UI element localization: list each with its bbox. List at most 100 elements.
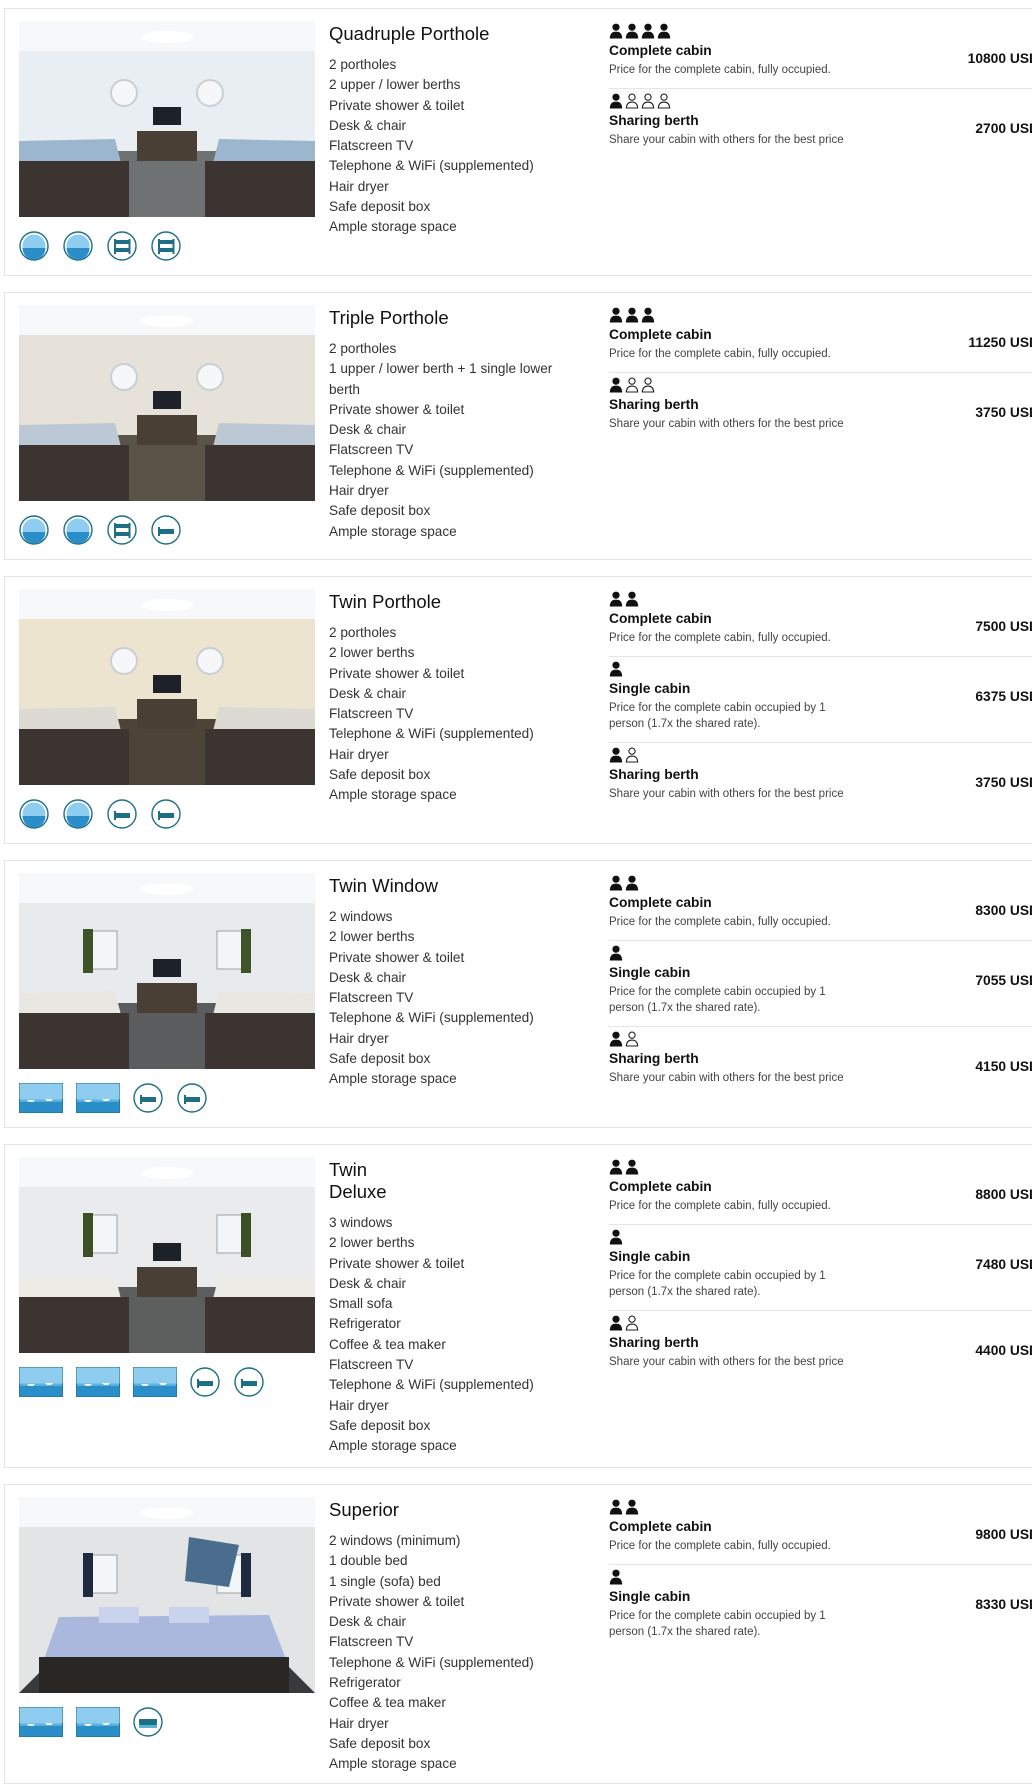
person-filled-icon <box>625 875 639 891</box>
option-description: Share your cabin with others for the bes… <box>609 1356 844 1368</box>
cabin-card: Twin Porthole 2 portholes 2 lower berths Pr… <box>4 576 1032 844</box>
cabin-photo[interactable] <box>19 589 315 785</box>
price-option[interactable]: Sharing berth Share your cabin with other… <box>609 373 1032 442</box>
feature-item: Flatscreen TV <box>329 442 414 458</box>
option-price[interactable]: 4400 USD <box>975 1343 1032 1358</box>
price-option[interactable]: Complete cabin Price for the complete cab… <box>609 1495 1032 1565</box>
option-description: Price for the complete cabin, fully occu… <box>609 64 831 76</box>
cabin-photo[interactable] <box>19 21 315 217</box>
cabin-photo[interactable] <box>19 305 315 501</box>
cabin-photo[interactable] <box>19 873 315 1069</box>
price-option[interactable]: Single cabin Price for the complete cabin… <box>609 1565 1032 1650</box>
option-price[interactable]: 8330 USD <box>975 1597 1032 1612</box>
price-option[interactable]: Sharing berth Share your cabin with other… <box>609 1311 1032 1380</box>
single-bed-icon[interactable] <box>177 1083 207 1113</box>
cabin-photo[interactable] <box>19 1497 315 1693</box>
price-option[interactable]: Complete cabin Price for the complete cab… <box>609 587 1032 657</box>
option-price[interactable]: 7500 USD <box>975 619 1032 634</box>
single-bed-icon[interactable] <box>151 515 181 545</box>
feature-item: Private shower & toilet <box>329 949 465 965</box>
feature-item: 3 windows <box>329 1215 393 1230</box>
double-bed-icon[interactable] <box>133 1707 163 1737</box>
single-bed-icon[interactable] <box>234 1367 264 1397</box>
feature-item: Desk & chair <box>329 117 407 133</box>
option-description: Price for the complete cabin, fully occu… <box>609 348 831 360</box>
option-price[interactable]: 9800 USD <box>975 1527 1032 1542</box>
single-bed-icon[interactable] <box>190 1367 220 1397</box>
price-option[interactable]: Sharing berth Share your cabin with other… <box>609 1027 1032 1096</box>
window-icon[interactable] <box>19 1707 63 1737</box>
window-icon[interactable] <box>76 1367 120 1397</box>
price-option[interactable]: Complete cabin Price for the complete cab… <box>609 1155 1032 1225</box>
feature-item: Hair dryer <box>329 483 389 499</box>
porthole-icon[interactable] <box>19 799 49 829</box>
window-icon[interactable] <box>19 1083 63 1113</box>
cabin-title[interactable]: Twin Deluxe <box>329 1159 569 1203</box>
porthole-icon[interactable] <box>19 515 49 545</box>
price-option[interactable]: Complete cabin Price for the complete cab… <box>609 871 1032 941</box>
option-price[interactable]: 10800 USD <box>968 51 1032 66</box>
option-price[interactable]: 8800 USD <box>975 1187 1032 1202</box>
price-option[interactable]: Single cabin Price for the complete cabin… <box>609 941 1032 1027</box>
option-price[interactable]: 6375 USD <box>975 689 1032 704</box>
feature-item: Private shower & toilet <box>329 1255 465 1271</box>
option-price[interactable]: 7480 USD <box>975 1257 1032 1272</box>
cabin-title[interactable]: Twin Window <box>329 875 569 897</box>
single-bed-icon[interactable] <box>133 1083 163 1113</box>
feature-item: Hair dryer <box>329 746 389 762</box>
feature-item: Small sofa <box>329 1296 393 1312</box>
cabin-title[interactable]: Triple Porthole <box>329 307 569 329</box>
cabin-title[interactable]: Twin Porthole <box>329 591 569 613</box>
cabin-title[interactable]: Quadruple Porthole <box>329 23 569 45</box>
feature-item: Ample storage space <box>329 1438 457 1454</box>
option-description: Price for the complete cabin, fully occu… <box>609 1200 831 1212</box>
cabin-info: Quadruple Porthole 2 portholes 2 upper / l… <box>329 19 569 238</box>
price-option[interactable]: Single cabin Price for the complete cabin… <box>609 657 1032 743</box>
person-filled-icon <box>609 307 623 323</box>
price-option[interactable]: Sharing berth Share your cabin with other… <box>609 89 1032 158</box>
porthole-icon[interactable] <box>19 231 49 261</box>
option-price[interactable]: 2700 USD <box>975 121 1032 136</box>
porthole-icon[interactable] <box>63 515 93 545</box>
price-option[interactable]: Sharing berth Share your cabin with other… <box>609 743 1032 812</box>
price-option[interactable]: Single cabin Price for the complete cabin… <box>609 1225 1032 1311</box>
person-filled-icon <box>609 23 623 39</box>
feature-item: 2 lower berths <box>329 1235 415 1251</box>
price-option[interactable]: Complete cabin Price for the complete cab… <box>609 303 1032 373</box>
porthole-icon[interactable] <box>63 799 93 829</box>
bunk-bed-icon[interactable] <box>107 231 137 261</box>
window-icon[interactable] <box>76 1083 120 1113</box>
feature-list: 3 windows 2 lower berths Private shower & … <box>329 1213 569 1457</box>
feature-item: Ample storage space <box>329 219 457 235</box>
window-icon[interactable] <box>76 1707 120 1737</box>
feature-item: Ample storage space <box>329 523 457 539</box>
porthole-icon[interactable] <box>63 231 93 261</box>
option-price[interactable]: 11250 USD <box>968 335 1032 350</box>
cabin-card: Superior 2 windows (minimum) 1 double bed 1… <box>4 1484 1032 1784</box>
cabin-photo[interactable] <box>19 1157 315 1353</box>
cabin-title[interactable]: Superior <box>329 1499 569 1521</box>
option-price[interactable]: 7055 USD <box>975 973 1032 988</box>
option-description: Share your cabin with others for the bes… <box>609 1072 844 1084</box>
bunk-bed-icon[interactable] <box>151 231 181 261</box>
single-bed-icon[interactable] <box>151 799 181 829</box>
price-option[interactable]: Complete cabin Price for the complete cab… <box>609 19 1032 89</box>
feature-item: Telephone & WiFi (supplemented) <box>329 1654 534 1670</box>
single-bed-icon[interactable] <box>107 799 137 829</box>
window-icon[interactable] <box>19 1367 63 1397</box>
option-description: Price for the complete cabin, fully occu… <box>609 632 831 644</box>
feature-item: Private shower & toilet <box>329 401 465 417</box>
bunk-bed-icon[interactable] <box>107 515 137 545</box>
occupancy-icons <box>609 873 1032 893</box>
person-filled-icon <box>625 591 639 607</box>
window-icon[interactable] <box>133 1367 177 1397</box>
option-price[interactable]: 8300 USD <box>975 903 1032 918</box>
feature-item: Telephone & WiFi (supplemented) <box>329 726 534 742</box>
cabin-info: Twin Porthole 2 portholes 2 lower berths Pr… <box>329 587 569 806</box>
option-price[interactable]: 4150 USD <box>975 1059 1032 1074</box>
person-outline-icon <box>641 93 655 109</box>
option-price[interactable]: 3750 USD <box>975 775 1032 790</box>
feature-item: Private shower & toilet <box>329 97 465 113</box>
option-price[interactable]: 3750 USD <box>975 405 1032 420</box>
feature-item: Hair dryer <box>329 1715 389 1731</box>
